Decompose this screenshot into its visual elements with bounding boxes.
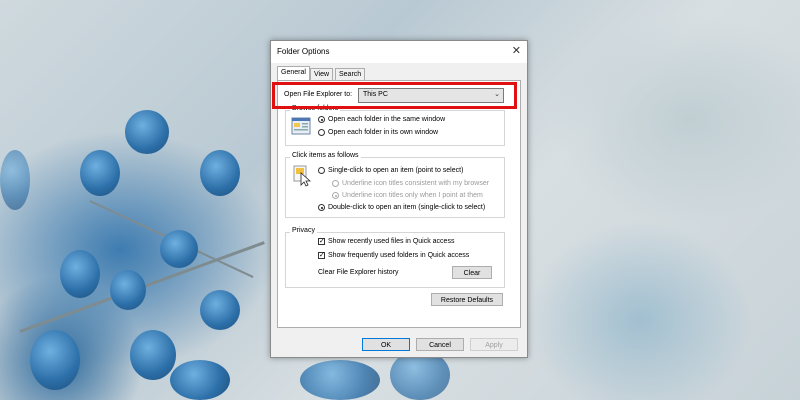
clear-history-label: Clear File Explorer history: [318, 269, 399, 276]
flower-bud: [160, 230, 198, 268]
flower-bud: [110, 270, 146, 310]
radio-single-click[interactable]: [318, 167, 325, 174]
checkbox-frequent-folders[interactable]: ✓: [318, 252, 325, 259]
option-same-window-label: Open each folder in the same window: [328, 116, 446, 123]
flower-bud: [130, 330, 176, 380]
dialog-title: Folder Options: [277, 47, 330, 56]
highlight-box: [272, 82, 517, 109]
tab-view[interactable]: View: [310, 68, 334, 80]
flower-bud: [200, 290, 240, 330]
flower-bud: [0, 150, 30, 210]
restore-defaults-button[interactable]: Restore Defaults: [431, 293, 503, 306]
frequent-folders-label: Show frequently used folders in Quick ac…: [328, 252, 470, 259]
privacy-title: Privacy: [290, 227, 317, 234]
option-double-click-label: Double-click to open an item (single-cli…: [328, 204, 486, 211]
tab-search[interactable]: Search: [335, 68, 366, 80]
folder-window-icon: [291, 117, 311, 135]
flower-bud: [170, 360, 230, 400]
click-items-title: Click items as follows: [290, 152, 361, 159]
radio-double-click[interactable]: [318, 204, 325, 211]
option-single-click-label: Single-click to open an item (point to s…: [328, 167, 464, 174]
option-underline-browser-label: Underline icon titles consistent with my…: [342, 180, 490, 187]
flower-bud: [60, 250, 100, 298]
radio-underline-point[interactable]: [332, 192, 339, 199]
title-bar[interactable]: Folder Options ✕: [271, 41, 527, 63]
flower-bud: [300, 360, 380, 400]
radio-same-window[interactable]: [318, 116, 325, 123]
flower-bud: [200, 150, 240, 196]
checkbox-recent-files[interactable]: ✓: [318, 238, 325, 245]
option-own-window-label: Open each folder in its own window: [328, 129, 439, 136]
flower-bud: [80, 150, 120, 196]
tab-general[interactable]: General: [277, 66, 310, 81]
pointer-click-icon: [293, 165, 311, 187]
clear-history-button[interactable]: Clear: [452, 266, 492, 279]
ok-button[interactable]: OK: [362, 338, 410, 351]
option-underline-point-label: Underline icon titles only when I point …: [342, 192, 483, 199]
radio-own-window[interactable]: [318, 129, 325, 136]
close-icon[interactable]: ✕: [512, 44, 521, 57]
flower-bud: [30, 330, 80, 390]
flower-bud: [125, 110, 169, 154]
apply-button[interactable]: Apply: [470, 338, 518, 351]
recent-files-label: Show recently used files in Quick access: [328, 238, 455, 245]
cancel-button[interactable]: Cancel: [416, 338, 464, 351]
radio-underline-browser[interactable]: [332, 180, 339, 187]
